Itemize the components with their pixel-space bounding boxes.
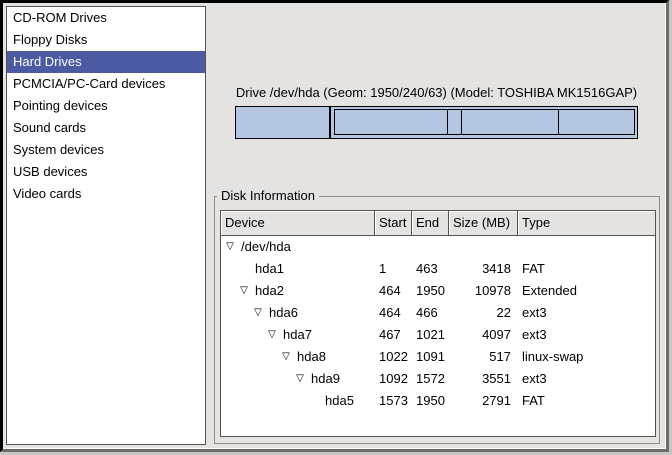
size-cell: 4097 [449,324,518,346]
drive-title: Drive /dev/hda (Geom: 1950/240/63) (Mode… [235,85,638,101]
device-label: hda1 [255,258,284,280]
column-header-start[interactable]: Start [375,211,412,236]
disk-table-header: DeviceStartEndSize (MB)Type [221,211,655,236]
type-cell: FAT [518,390,655,412]
table-row-hda7[interactable]: ▽hda746710214097ext3 [221,324,655,346]
table-row--dev-hda[interactable]: ▽/dev/hda [221,236,655,258]
start-cell: 1022 [375,346,412,368]
column-header-device[interactable]: Device [221,211,375,236]
type-cell [518,236,655,258]
start-cell: 1573 [375,390,412,412]
device-label: hda9 [311,368,340,390]
disk-table: DeviceStartEndSize (MB)Type ▽/dev/hdahda… [220,210,656,437]
partition-segment-primary [236,107,331,138]
device-label: hda8 [297,346,326,368]
end-cell: 1950 [412,280,449,302]
table-row-hda2[interactable]: ▽hda2464195010978Extended [221,280,655,302]
start-cell: 464 [375,302,412,324]
type-cell: Extended [518,280,655,302]
size-cell: 517 [449,346,518,368]
type-cell: ext3 [518,302,655,324]
end-cell: 1021 [412,324,449,346]
device-category-list[interactable]: CD-ROM DrivesFloppy DisksHard DrivesPCMC… [6,6,206,445]
expander-open-icon[interactable]: ▽ [265,324,279,346]
start-cell: 467 [375,324,412,346]
device-label: hda6 [269,302,298,324]
table-row-hda8[interactable]: ▽hda810221091517linux-swap [221,346,655,368]
device-cell: ▽hda8 [221,346,375,368]
device-cell: ▽hda9 [221,368,375,390]
end-cell [412,236,449,258]
partition-bar [235,106,638,139]
device-cell: hda5 [221,390,375,412]
type-cell: FAT [518,258,655,280]
extended-partition-inner [334,109,635,135]
end-cell: 1950 [412,390,449,412]
column-header-type[interactable]: Type [518,211,655,236]
device-label: /dev/hda [241,236,291,258]
device-cell: ▽hda2 [221,280,375,302]
size-cell: 3418 [449,258,518,280]
start-cell: 1 [375,258,412,280]
device-label: hda5 [325,390,354,412]
partition-segment-hda8 [447,110,461,134]
device-cell: ▽hda7 [221,324,375,346]
disk-information-group: Disk Information DeviceStartEndSize (MB)… [214,196,660,444]
partition-segment-hda7 [336,110,448,134]
sidebar-item-pointing-devices[interactable]: Pointing devices [7,95,205,117]
device-cell: ▽hda6 [221,302,375,324]
table-row-hda5[interactable]: hda5 157319502791FAT [221,390,655,412]
start-cell: 1092 [375,368,412,390]
column-header-end[interactable]: End [412,211,449,236]
size-cell: 3551 [449,368,518,390]
type-cell: linux-swap [518,346,655,368]
hardware-browser-window: CD-ROM DrivesFloppy DisksHard DrivesPCMC… [0,0,669,452]
size-cell [449,236,518,258]
expander-open-icon[interactable]: ▽ [251,302,265,324]
partition-segment-hda5 [558,110,634,134]
sidebar-item-usb-devices[interactable]: USB devices [7,161,205,183]
extended-partition-region [331,107,637,138]
expander-open-icon[interactable]: ▽ [279,346,293,368]
end-cell: 1572 [412,368,449,390]
device-cell: hda1 [221,258,375,280]
end-cell: 463 [412,258,449,280]
column-header-size-mb-[interactable]: Size (MB) [449,211,518,236]
start-cell: 464 [375,280,412,302]
device-label: hda7 [283,324,312,346]
end-cell: 466 [412,302,449,324]
sidebar-item-hard-drives[interactable]: Hard Drives [7,51,205,73]
sidebar-item-video-cards[interactable]: Video cards [7,183,205,205]
expander-open-icon[interactable]: ▽ [223,236,237,258]
table-row-hda1[interactable]: hda1 14633418FAT [221,258,655,280]
sidebar-item-sound-cards[interactable]: Sound cards [7,117,205,139]
table-row-hda6[interactable]: ▽hda646446622ext3 [221,302,655,324]
size-cell: 2791 [449,390,518,412]
size-cell: 22 [449,302,518,324]
expander-open-icon[interactable]: ▽ [237,280,251,302]
expander-open-icon[interactable]: ▽ [293,368,307,390]
device-label: hda2 [255,280,284,302]
sidebar-item-pcmcia-pc-card-devices[interactable]: PCMCIA/PC-Card devices [7,73,205,95]
table-row-hda9[interactable]: ▽hda9109215723551ext3 [221,368,655,390]
type-cell: ext3 [518,324,655,346]
sidebar-item-floppy-disks[interactable]: Floppy Disks [7,29,205,51]
device-cell: ▽/dev/hda [221,236,375,258]
disk-table-body: ▽/dev/hdahda114633418FAT▽hda246419501097… [221,236,655,412]
disk-information-label: Disk Information [217,188,319,204]
start-cell [375,236,412,258]
sidebar-item-cd-rom-drives[interactable]: CD-ROM Drives [7,7,205,29]
partition-segment-hda9 [461,110,558,134]
end-cell: 1091 [412,346,449,368]
sidebar-item-system-devices[interactable]: System devices [7,139,205,161]
type-cell: ext3 [518,368,655,390]
size-cell: 10978 [449,280,518,302]
